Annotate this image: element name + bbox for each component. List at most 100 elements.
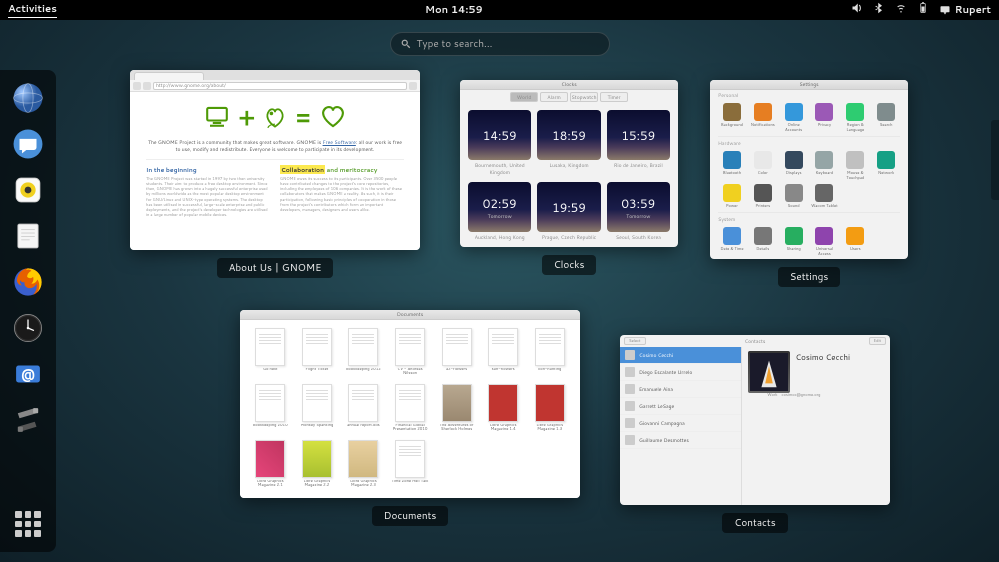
settings-category: Hardware bbox=[710, 138, 908, 147]
contact-row[interactable]: Guillaume Desmottes bbox=[620, 432, 741, 449]
document-item[interactable]: Libre Graphics Magazine 2.3 bbox=[343, 440, 384, 490]
search-icon bbox=[401, 39, 411, 49]
user-menu[interactable]: Rupert bbox=[939, 3, 991, 17]
window-settings[interactable]: Settings PersonalBackgroundNotifications… bbox=[710, 80, 908, 259]
settings-item[interactable]: Online Accounts bbox=[780, 103, 808, 133]
contact-row[interactable]: Emanuele Aina bbox=[620, 381, 741, 398]
document-item[interactable]: bookkeeping 2012 bbox=[343, 328, 384, 378]
document-item[interactable]: Monkey Spanking bbox=[297, 384, 338, 434]
clock-tile[interactable]: 14:59Bournemouth, United Kingdom bbox=[468, 110, 531, 176]
clocks-tab-world[interactable]: World bbox=[510, 92, 538, 102]
document-item[interactable]: The Adventures of Sherlock Holmes bbox=[436, 384, 477, 434]
overview: http://www.gnome.org/about/ + = The GNOM… bbox=[80, 70, 979, 552]
document-item[interactable]: Libre Graphics Magazine 1.3 bbox=[529, 384, 570, 434]
settings-item[interactable]: Background bbox=[718, 103, 746, 133]
document-item[interactable]: bookkeeping 2010 bbox=[250, 384, 291, 434]
settings-item[interactable]: Mouse & Touchpad bbox=[841, 151, 869, 181]
settings-item[interactable]: Sharing bbox=[780, 227, 808, 257]
show-applications-button[interactable] bbox=[8, 504, 48, 544]
document-item[interactable]: Go next bbox=[250, 328, 291, 378]
window-contacts[interactable]: Select Contacts Edit Cosimo CecchiDiego … bbox=[620, 335, 890, 505]
settings-item[interactable]: Network bbox=[872, 151, 900, 181]
system-tray: Rupert bbox=[851, 2, 991, 18]
volume-icon[interactable] bbox=[851, 2, 863, 18]
clock-tile[interactable]: 02:59TomorrowAuckland, Hong Kong bbox=[468, 182, 531, 241]
settings-item[interactable]: Displays bbox=[780, 151, 808, 181]
network-icon[interactable] bbox=[895, 2, 907, 18]
dash-music[interactable] bbox=[8, 170, 48, 210]
settings-item[interactable]: Universal Access bbox=[811, 227, 839, 257]
document-item[interactable]: Financial Global Presentation 2010 bbox=[390, 384, 431, 434]
settings-item[interactable]: Power bbox=[718, 184, 746, 209]
window-browser[interactable]: http://www.gnome.org/about/ + = The GNOM… bbox=[130, 70, 420, 250]
workspace-switcher[interactable] bbox=[991, 120, 999, 200]
document-item[interactable]: a2-flowers bbox=[436, 328, 477, 378]
col2-heading: and meritocracy bbox=[325, 165, 377, 174]
bluetooth-icon[interactable] bbox=[873, 2, 885, 18]
document-item[interactable]: sun-flowers bbox=[483, 328, 524, 378]
settings-item[interactable]: Wacom Tablet bbox=[811, 184, 839, 209]
dash-files[interactable] bbox=[8, 216, 48, 256]
battery-icon[interactable] bbox=[917, 2, 929, 18]
settings-item[interactable]: Printers bbox=[749, 184, 777, 209]
clocks-tab-timer[interactable]: Timer bbox=[600, 92, 628, 102]
contacts-edit-button[interactable]: Edit bbox=[869, 337, 886, 345]
reload-icon[interactable] bbox=[409, 82, 417, 90]
contact-row[interactable]: Garrett LeSage bbox=[620, 398, 741, 415]
dash-chat[interactable] bbox=[8, 124, 48, 164]
dash-clocks[interactable] bbox=[8, 308, 48, 348]
search-placeholder: Type to search... bbox=[417, 37, 493, 51]
document-item[interactable]: annual report.ods bbox=[343, 384, 384, 434]
contact-row[interactable]: Diego Escalante Urrelo bbox=[620, 364, 741, 381]
contact-row[interactable]: Cosimo Cecchi bbox=[620, 347, 741, 364]
dash-firefox[interactable] bbox=[8, 262, 48, 302]
document-item[interactable]: Flight Ticket bbox=[297, 328, 338, 378]
contacts-select-button[interactable]: Select bbox=[624, 337, 646, 345]
back-icon[interactable] bbox=[133, 82, 141, 90]
forward-icon[interactable] bbox=[143, 82, 151, 90]
document-item[interactable]: Libre Graphics Magazine 2.1 bbox=[250, 440, 291, 490]
window-clocks[interactable]: Clocks World Alarm Stopwatch Timer 14:59… bbox=[460, 80, 678, 247]
email-label: Work bbox=[748, 393, 778, 398]
documents-titlebar: Documents bbox=[240, 310, 580, 320]
settings-item[interactable]: Privacy bbox=[811, 103, 839, 133]
document-item[interactable]: Libre Graphics Magazine 1.4 bbox=[483, 384, 524, 434]
document-item[interactable]: lion-hunting bbox=[529, 328, 570, 378]
clocks-tab-alarm[interactable]: Alarm bbox=[540, 92, 568, 102]
clocks-tab-stopwatch[interactable]: Stopwatch bbox=[570, 92, 598, 102]
clock-tile[interactable]: 03:59TomorrowSeoul, South Korea bbox=[607, 182, 670, 241]
settings-item[interactable]: Date & Time bbox=[718, 227, 746, 257]
contact-row[interactable]: Giovanni Campagna bbox=[620, 415, 741, 432]
top-bar: Activities Mon 14:59 Rupert bbox=[0, 0, 999, 20]
settings-category: Personal bbox=[710, 90, 908, 99]
settings-item[interactable]: Sound bbox=[780, 184, 808, 209]
window-label-documents: Documents bbox=[372, 506, 449, 526]
search-bar[interactable]: Type to search... bbox=[390, 32, 610, 56]
document-item[interactable]: Time Zone Hell Talk bbox=[390, 440, 431, 490]
clock-tile[interactable]: 18:59Lusaka, Kingdom bbox=[537, 110, 600, 176]
clock-tile[interactable]: 19:59Prague, Czech Republic bbox=[537, 182, 600, 241]
settings-item[interactable]: Color bbox=[749, 151, 777, 181]
settings-item[interactable]: Notifications bbox=[749, 103, 777, 133]
window-label-settings: Settings bbox=[778, 267, 841, 287]
dash-email[interactable]: @ bbox=[8, 354, 48, 394]
settings-item[interactable]: Search bbox=[872, 103, 900, 133]
document-item[interactable]: CV - Andreas Nilsson bbox=[390, 328, 431, 378]
dash-settings[interactable] bbox=[8, 400, 48, 440]
activities-button[interactable]: Activities bbox=[8, 2, 57, 18]
url-bar[interactable]: http://www.gnome.org/about/ bbox=[153, 82, 407, 90]
settings-item[interactable]: Users bbox=[841, 227, 869, 257]
settings-item[interactable]: Bluetooth bbox=[718, 151, 746, 181]
window-documents[interactable]: Documents Go nextFlight Ticketbookkeepin… bbox=[240, 310, 580, 498]
contacts-titlebar: Contacts bbox=[745, 338, 766, 345]
dash: @ bbox=[0, 70, 56, 552]
plus-icon: + bbox=[239, 100, 255, 134]
settings-item[interactable]: Details bbox=[749, 227, 777, 257]
document-item[interactable]: Libre Graphics Magazine 2.2 bbox=[297, 440, 338, 490]
clock-menu[interactable]: Mon 14:59 bbox=[57, 3, 851, 17]
dash-web-browser[interactable] bbox=[8, 78, 48, 118]
settings-item[interactable]: Region & Language bbox=[841, 103, 869, 133]
settings-item[interactable]: Keyboard bbox=[811, 151, 839, 181]
user-name: Rupert bbox=[955, 3, 991, 17]
clock-tile[interactable]: 15:59Rio de Janeiro, Brazil bbox=[607, 110, 670, 176]
